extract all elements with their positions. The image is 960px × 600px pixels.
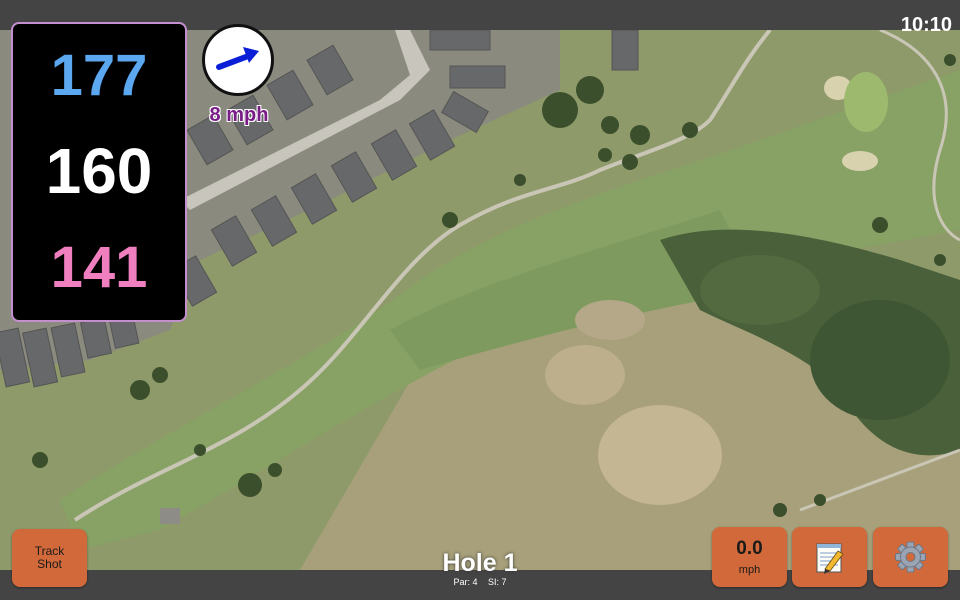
track-shot-label: Track Shot [34, 544, 65, 571]
speed-button[interactable]: 0.0 mph [712, 527, 787, 587]
notes-button[interactable] [792, 527, 867, 587]
distance-panel: 177 160 141 [11, 22, 187, 322]
back-distance: 177 [50, 43, 148, 108]
speed-unit: mph [738, 564, 761, 576]
hole-title: Hole 1 [442, 549, 518, 577]
hole-par: Par: 4 [453, 577, 478, 587]
wind-speed-label: 8 mph [209, 104, 269, 126]
gear-icon [895, 541, 926, 573]
wind-direction-dial [202, 24, 274, 96]
speed-value: 0.0 [736, 538, 763, 559]
hole-stroke-index: SI: 7 [488, 577, 507, 587]
clock: 10:10 [900, 14, 952, 36]
middle-distance: 160 [45, 135, 153, 207]
track-shot-button[interactable]: Track Shot [12, 529, 87, 587]
notepad-icon [816, 543, 844, 574]
arrow-right-up-icon [216, 47, 259, 70]
hole-info: Par: 4 SI: 7 [380, 577, 580, 587]
front-distance: 141 [50, 235, 148, 300]
settings-button[interactable] [873, 527, 948, 587]
